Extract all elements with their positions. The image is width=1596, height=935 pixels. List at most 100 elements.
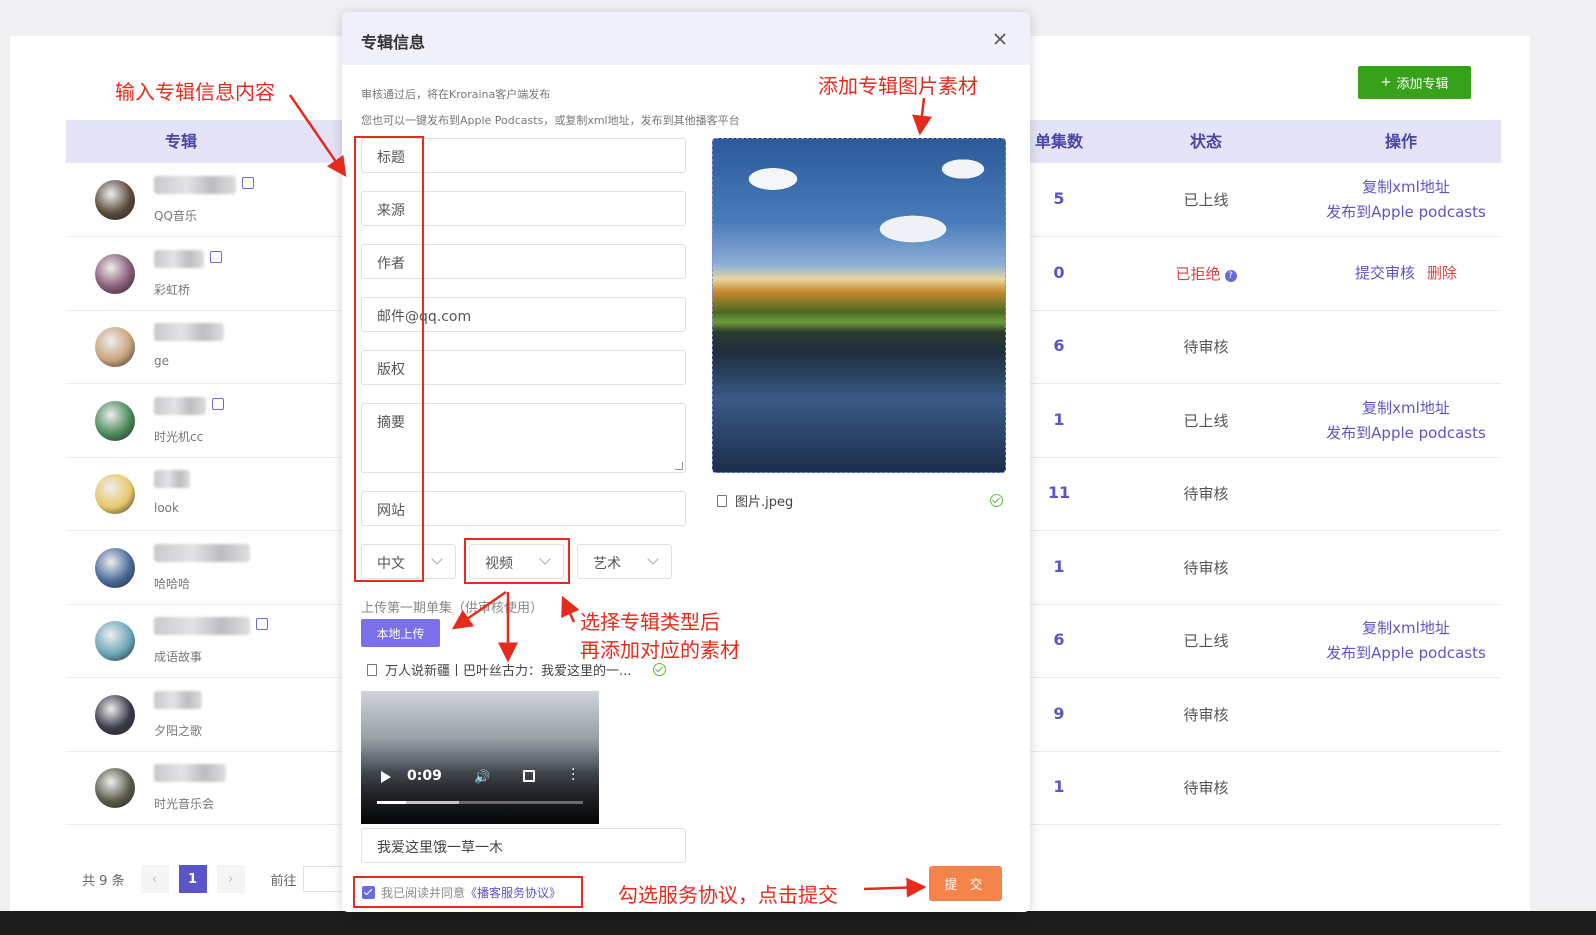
image-file-item[interactable]: 图片.jpeg <box>717 491 1007 510</box>
publish-apple-link[interactable]: 发布到Apple podcasts <box>1316 421 1496 446</box>
album-cover-image[interactable] <box>712 138 1006 473</box>
status-text: 待审核 <box>1183 338 1229 356</box>
album-subtitle: 哈哈哈 <box>154 576 191 591</box>
bottom-bar <box>0 911 1596 935</box>
album-name-blurred <box>154 690 202 709</box>
resize-handle-icon[interactable] <box>675 462 683 470</box>
page-number-current[interactable]: 1 <box>178 865 207 893</box>
annotation-box-agree <box>353 876 583 908</box>
status-badge: 已上线 <box>1151 189 1261 210</box>
copy-xml-link[interactable]: 复制xml地址 <box>1316 175 1496 200</box>
annotation-agree-submit: 勾选服务协议，点击提交 <box>618 883 838 907</box>
status-badge: 待审核 <box>1151 483 1261 504</box>
avatar <box>95 253 135 294</box>
album-name-blurred <box>154 470 190 488</box>
next-page-button[interactable]: › <box>216 865 245 893</box>
status-badge: 已上线 <box>1151 630 1261 651</box>
video-progress-bar <box>377 801 406 804</box>
dialog-header: 专辑信息 <box>342 12 1030 65</box>
publish-apple-link[interactable]: 发布到Apple podcasts <box>1316 641 1496 666</box>
add-album-label: 添加专辑 <box>1396 77 1449 92</box>
annotation-box-type <box>464 538 570 584</box>
status-badge: 已拒绝? <box>1151 263 1261 284</box>
publish-apple-link[interactable]: 发布到Apple podcasts <box>1316 200 1496 225</box>
album-subtitle: 彩虹桥 <box>154 282 191 297</box>
video-progress-track[interactable] <box>377 801 583 804</box>
episode-count: 11 <box>1047 483 1071 502</box>
col-status: 状态 <box>1189 132 1222 151</box>
status-badge: 待审核 <box>1151 777 1261 798</box>
album-name-blurred <box>154 396 206 415</box>
status-text: 待审核 <box>1183 705 1229 724</box>
upload-episode-label: 上传第一期单集（供审核使用） <box>361 601 544 616</box>
album-name-blurred <box>154 323 224 341</box>
album-subtitle: 时光音乐会 <box>154 797 215 811</box>
episode-count: 1 <box>1053 409 1065 429</box>
category-select[interactable]: 艺术 <box>577 544 672 579</box>
row-actions: 复制xml地址 发布到Apple podcasts <box>1316 616 1496 666</box>
edit-icon[interactable] <box>210 250 222 263</box>
episode-count: 5 <box>1053 189 1065 208</box>
add-album-button[interactable]: + 添加专辑 <box>1358 66 1471 99</box>
col-actions: 操作 <box>1384 132 1417 151</box>
chevron-down-icon <box>647 553 659 565</box>
edit-icon[interactable] <box>242 177 254 189</box>
volume-icon[interactable]: 🔊 <box>474 770 490 785</box>
image-file-name: 图片.jpeg <box>735 495 794 510</box>
row-actions: 复制xml地址 发布到Apple podcasts <box>1316 396 1496 446</box>
album-name-blurred <box>154 249 204 268</box>
avatar <box>95 694 135 735</box>
row-actions: 复制xml地址 发布到Apple podcasts <box>1316 175 1496 225</box>
success-check-icon <box>653 663 667 676</box>
album-info-dialog: 专辑信息 审核通过后，将在Kroraina客户端发布 您也可以一键发布到Appl… <box>342 12 1030 912</box>
episode-title-value: 我爱这里饿一草一木 <box>377 840 503 856</box>
goto-page-input[interactable] <box>302 866 343 892</box>
dialog-title: 专辑信息 <box>361 33 426 52</box>
album-subtitle: ge <box>154 354 169 368</box>
goto-label: 前往 <box>270 873 297 889</box>
col-episodes: 单集数 <box>1034 132 1083 151</box>
album-subtitle: look <box>154 501 179 515</box>
avatar <box>95 768 135 808</box>
document-icon <box>717 494 727 507</box>
chevron-down-icon <box>431 553 443 565</box>
avatar <box>95 474 135 514</box>
local-upload-button[interactable]: 本地上传 <box>361 619 440 647</box>
episode-count: 0 <box>1053 262 1065 282</box>
episode-count: 1 <box>1053 556 1065 576</box>
episode-title-field[interactable]: 我爱这里饿一草一木 <box>361 828 686 863</box>
submit-button[interactable]: 提 交 <box>929 866 1002 901</box>
category-value: 艺术 <box>593 556 621 572</box>
annotation-input-info: 输入专辑信息内容 <box>115 80 275 104</box>
avatar <box>95 180 135 220</box>
annotation-box-fields <box>354 136 424 582</box>
pagination: 共 9 条 ‹ 1 › 前往 <box>82 864 343 894</box>
avatar <box>95 400 135 441</box>
episode-count: 1 <box>1053 777 1065 796</box>
episode-count: 6 <box>1053 336 1065 355</box>
status-badge: 待审核 <box>1151 336 1261 357</box>
status-text: 已上线 <box>1183 411 1229 430</box>
close-icon[interactable] <box>992 31 1008 47</box>
delete-link[interactable]: 删除 <box>1427 264 1457 282</box>
prev-page-button[interactable]: ‹ <box>140 865 169 893</box>
fullscreen-icon[interactable] <box>523 770 535 782</box>
copy-xml-link[interactable]: 复制xml地址 <box>1316 396 1496 421</box>
help-icon[interactable]: ? <box>1224 269 1237 282</box>
album-name-blurred <box>154 176 236 194</box>
annotation-select-type-1: 选择专辑类型后 <box>580 610 720 634</box>
edit-icon[interactable] <box>212 397 224 410</box>
copy-xml-link[interactable]: 复制xml地址 <box>1316 616 1496 641</box>
submit-review-link[interactable]: 提交审核 <box>1355 264 1415 282</box>
annotation-select-type-2: 再添加对应的素材 <box>580 638 740 662</box>
album-subtitle: 夕阳之歌 <box>154 723 203 738</box>
video-player[interactable]: 0:09 🔊 · · · <box>361 691 599 824</box>
success-check-icon <box>990 494 1003 507</box>
status-text: 已上线 <box>1183 191 1229 209</box>
edit-icon[interactable] <box>256 618 268 630</box>
album-subtitle: 成语故事 <box>154 650 203 664</box>
album-name-blurred <box>154 617 250 635</box>
more-options-icon[interactable]: · · · <box>571 763 575 787</box>
play-icon[interactable] <box>381 771 391 783</box>
status-text: 已上线 <box>1183 632 1229 650</box>
